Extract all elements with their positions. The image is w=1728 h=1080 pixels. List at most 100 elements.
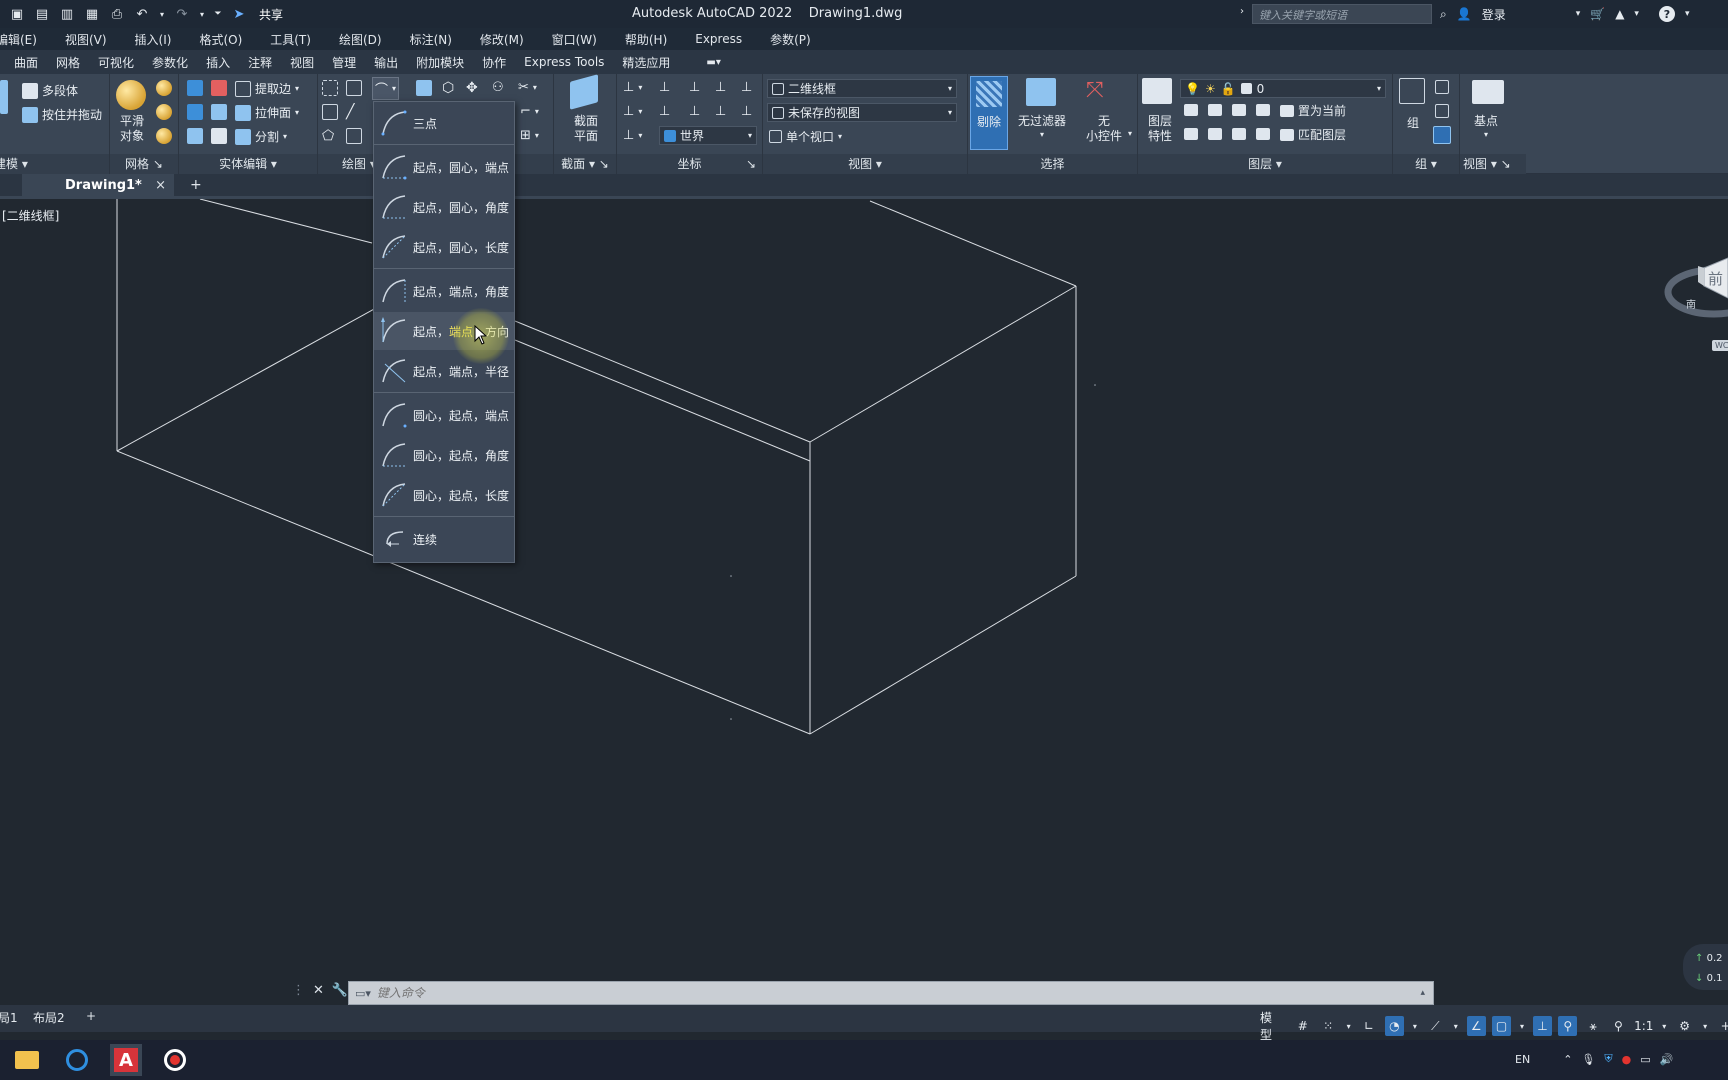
arc-center-start-angle[interactable]: 圆心，起点，角度: [374, 436, 514, 474]
panel-view-base-title[interactable]: 视图 ▾ ↘: [1460, 154, 1526, 174]
separate-button[interactable]: 分割 ▾: [235, 128, 287, 145]
snap-icon[interactable]: ⁙: [1318, 1016, 1337, 1036]
viewport-config-button[interactable]: 单个视口 ▾: [769, 128, 842, 145]
menu-edit[interactable]: 编辑(E): [0, 31, 47, 48]
menu-modify[interactable]: 修改(M): [470, 31, 534, 48]
autodesk-dropdown-icon[interactable]: ▾: [1634, 9, 1639, 19]
panel-solid-edit-title[interactable]: 实体编辑 ▾: [179, 154, 317, 174]
workspace-gear-icon[interactable]: ⚙: [1675, 1016, 1694, 1036]
group-select-icon[interactable]: [1433, 126, 1451, 144]
annotation-scale-icon[interactable]: ⚲: [1609, 1016, 1628, 1036]
extract-edges-button[interactable]: 提取边 ▾: [235, 80, 299, 97]
customization-icon[interactable]: +: [1716, 1016, 1728, 1036]
undo-dropdown-icon[interactable]: ▾: [158, 5, 166, 23]
ucs-world-select[interactable]: 世界 ▾: [659, 126, 757, 145]
auto-scale-icon[interactable]: ⚹: [1583, 1016, 1602, 1036]
volume-icon[interactable]: 🔊: [1660, 1053, 1674, 1066]
print-icon[interactable]: ⎙: [108, 5, 126, 23]
isodraft-dropdown-icon[interactable]: ▾: [1451, 1016, 1461, 1036]
tab-annotate[interactable]: 注释: [239, 54, 281, 71]
isodraft-icon[interactable]: ⟋: [1426, 1016, 1445, 1036]
autocad-taskbar-icon[interactable]: A: [110, 1044, 142, 1076]
set-current-button[interactable]: 置为当前: [1280, 102, 1346, 119]
panel-layers-title[interactable]: 图层 ▾: [1138, 154, 1392, 174]
mirror-icon[interactable]: [416, 80, 432, 96]
snap-dropdown-icon[interactable]: ▾: [1344, 1016, 1354, 1036]
help-dropdown-icon[interactable]: ▾: [1685, 9, 1690, 19]
annotation-visibility-icon[interactable]: ⚲: [1558, 1016, 1578, 1036]
layer-tool-8-icon[interactable]: [1256, 128, 1270, 140]
arc-continue[interactable]: 连续: [374, 520, 514, 558]
ucs-icon-props[interactable]: ⊥ ▾: [623, 128, 642, 143]
base-view-button[interactable]: 基点 ▾: [1474, 114, 1498, 142]
ucs-face-icon[interactable]: ⊥ ▾: [623, 104, 642, 119]
tab-collaborate[interactable]: 协作: [473, 54, 515, 71]
arc-3point[interactable]: 三点: [374, 104, 514, 142]
polar-dropdown-icon[interactable]: ▾: [1410, 1016, 1420, 1036]
cart-icon[interactable]: 🛒: [1590, 7, 1605, 21]
group-edit-icon[interactable]: [1435, 104, 1449, 118]
panel-mesh-title[interactable]: 网格 ↘: [110, 154, 178, 174]
tray-overflow-icon[interactable]: ⌃: [1563, 1053, 1572, 1066]
no-filter-button[interactable]: 无过滤器 ▾: [1018, 114, 1066, 142]
intersect-icon[interactable]: [187, 104, 203, 120]
rectangle-icon[interactable]: [346, 128, 362, 144]
ucs-3point-icon[interactable]: ⊥: [715, 80, 726, 95]
undo-icon[interactable]: ↶: [133, 5, 151, 23]
share-icon[interactable]: ➤: [230, 5, 248, 23]
arc-center-start-length[interactable]: 圆心，起点，长度: [374, 476, 514, 514]
line-icon[interactable]: ╱: [346, 104, 354, 120]
base-view-icon[interactable]: [1472, 80, 1504, 104]
dynamic-ucs-icon[interactable]: ⊥: [1532, 1016, 1553, 1036]
security-shield-icon[interactable]: ⛨: [1604, 1052, 1612, 1066]
menu-tools[interactable]: 工具(T): [260, 31, 321, 48]
match-layer-button[interactable]: 匹配图层: [1280, 126, 1346, 143]
gizmo-icon[interactable]: ⤧: [1086, 78, 1104, 103]
screen-recorder-icon[interactable]: [160, 1046, 190, 1074]
tab-insert[interactable]: 插入: [197, 54, 239, 71]
command-input[interactable]: [376, 983, 1337, 1003]
fillet-icon[interactable]: ⌐ ▾: [520, 104, 539, 119]
arc-start-center-angle[interactable]: 起点，圆心，角度: [374, 188, 514, 226]
mesh-tool-2-icon[interactable]: [156, 104, 172, 120]
user-icon[interactable]: 👤: [1457, 7, 1472, 21]
scale-dropdown-icon[interactable]: ▾: [1659, 1016, 1669, 1036]
layer-tool-4-icon[interactable]: [1256, 104, 1270, 116]
tab-mesh[interactable]: 网格: [47, 54, 89, 71]
layer-tool-6-icon[interactable]: [1208, 128, 1222, 140]
move-icon[interactable]: ✥: [466, 80, 478, 96]
share-button[interactable]: 共享: [259, 6, 283, 23]
tab-express-tools[interactable]: Express Tools: [515, 55, 613, 69]
network-icon[interactable]: ▭: [1640, 1053, 1650, 1066]
grid-icon[interactable]: #: [1293, 1016, 1312, 1036]
close-icon[interactable]: ×: [155, 174, 166, 198]
login-dropdown-icon[interactable]: ▾: [1576, 9, 1581, 19]
culling-button[interactable]: 剔除: [970, 76, 1008, 150]
polar-icon[interactable]: ◔: [1384, 1016, 1405, 1036]
thicken-icon[interactable]: [211, 128, 227, 144]
layer-properties-button[interactable]: 图层 特性: [1148, 114, 1172, 144]
panel-section-title[interactable]: 截面 ▾ ↘: [554, 154, 616, 174]
menu-format[interactable]: 格式(O): [189, 31, 252, 48]
record-tray-icon[interactable]: ●: [1622, 1053, 1632, 1066]
polygon-icon[interactable]: ⬠: [322, 128, 334, 144]
ungroup-icon[interactable]: [1435, 80, 1449, 94]
app-network-icon[interactable]: [62, 1046, 92, 1074]
arc-start-center-length[interactable]: 起点，圆心，长度: [374, 228, 514, 266]
arc-start-end-angle[interactable]: 起点，端点，角度: [374, 272, 514, 310]
tab-addins[interactable]: 附加模块: [407, 54, 473, 71]
input-language[interactable]: EN: [1515, 1053, 1530, 1066]
login-button[interactable]: 登录: [1482, 6, 1506, 23]
redo-icon[interactable]: ↷: [173, 5, 191, 23]
union-icon[interactable]: [187, 80, 203, 96]
tab-layout2[interactable]: 布局2: [33, 1009, 65, 1026]
ribbon-options-icon[interactable]: ▬▾: [697, 57, 729, 68]
named-view-select[interactable]: 未保存的视图 ▾: [767, 103, 957, 122]
search-expand-icon[interactable]: ›: [1240, 6, 1244, 17]
drawing-canvas[interactable]: [二维线框] 前 南 WCS ↑ 0.2 ↓ 0.1: [0, 199, 1728, 990]
microphone-icon[interactable]: 🎙: [1581, 1053, 1595, 1066]
save-as-icon[interactable]: ▤: [33, 5, 51, 23]
panel-view-title[interactable]: 视图 ▾: [763, 154, 967, 174]
wcs-badge[interactable]: WCS: [1712, 340, 1728, 351]
ucs-icon[interactable]: ⊥ ▾: [623, 80, 642, 95]
